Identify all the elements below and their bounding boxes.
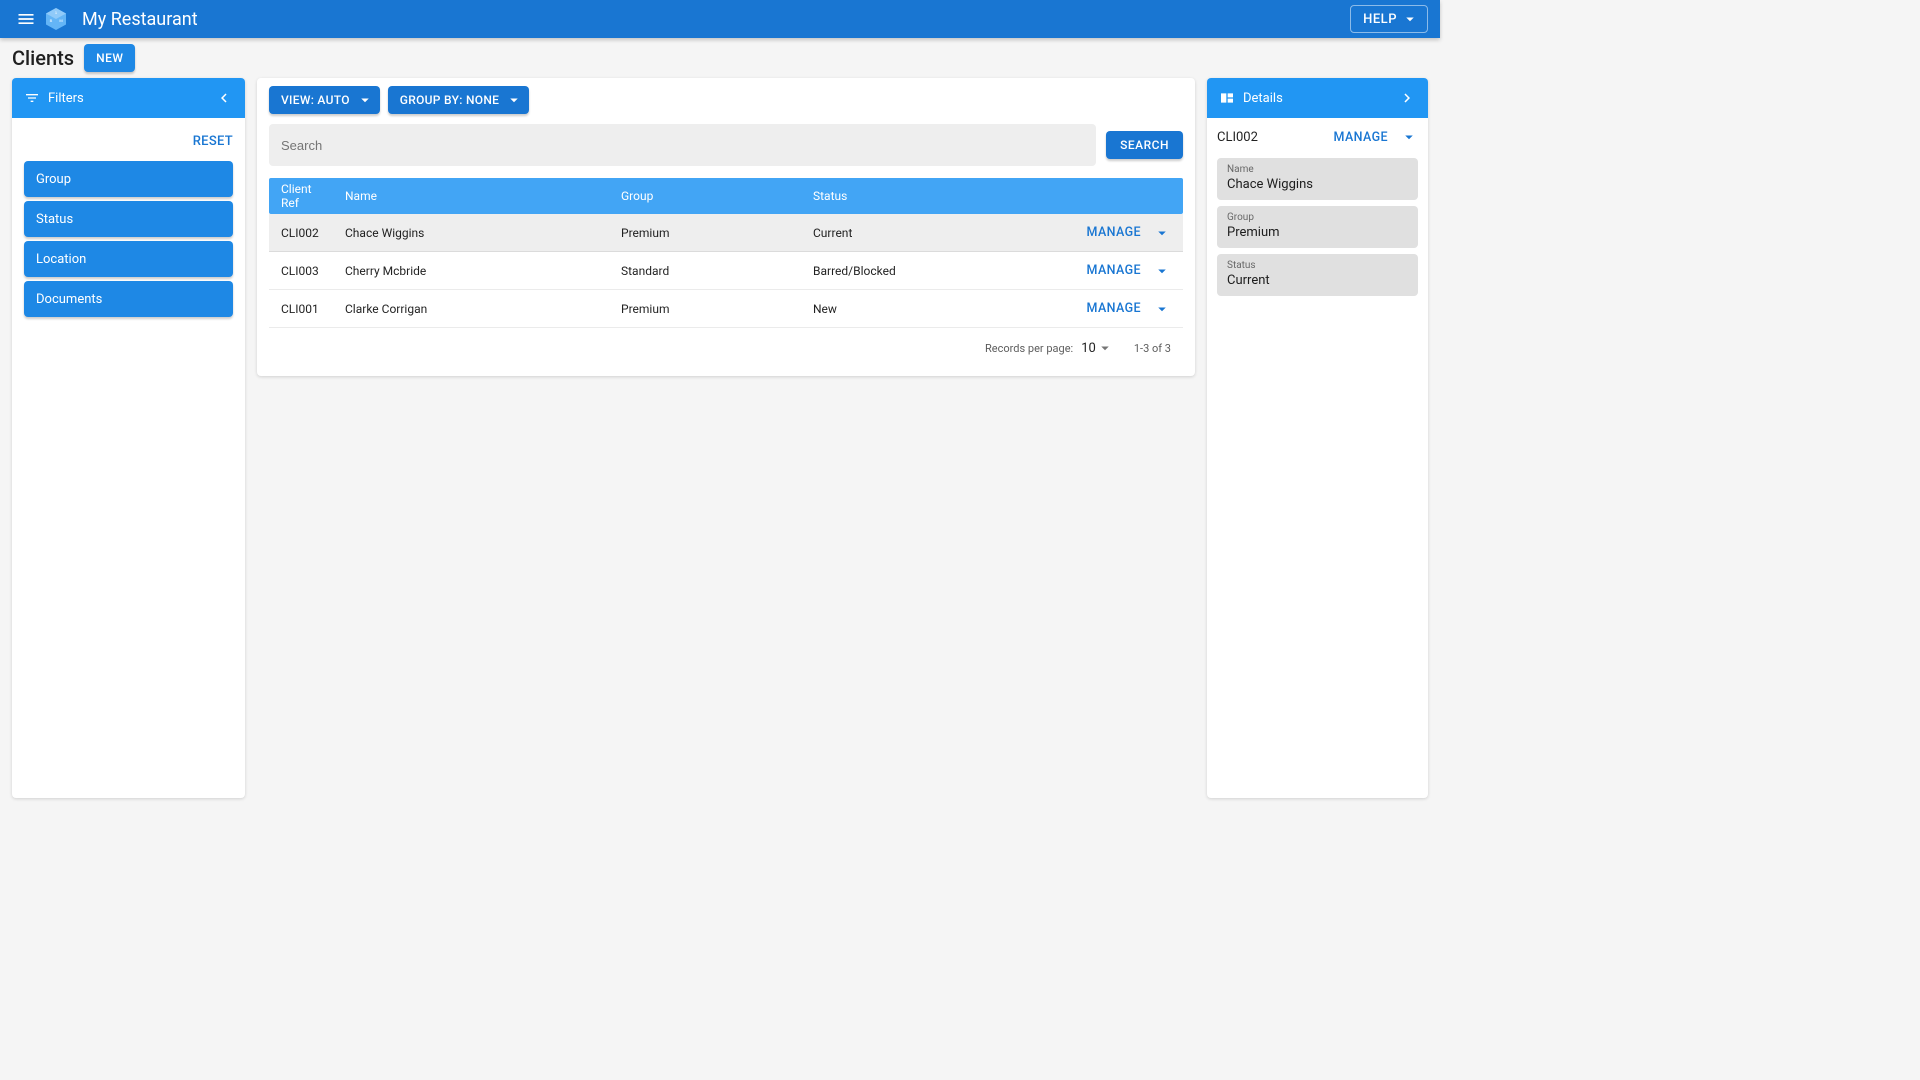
field-label: Group	[1227, 212, 1408, 223]
svg-text:B: B	[50, 18, 53, 23]
filters-panel: Filters RESET Group Status Location Documen…	[12, 78, 245, 798]
row-manage-label: MANAGE	[1087, 301, 1141, 316]
cell-client-ref: CLI001	[269, 302, 333, 316]
help-label: HELP	[1363, 12, 1397, 27]
cell-manage: MANAGE	[1061, 300, 1183, 318]
cell-manage: MANAGE	[1061, 262, 1183, 280]
field-label: Status	[1227, 260, 1408, 271]
cell-status: New	[801, 302, 1061, 316]
pagination-range: 1-3 of 3	[1134, 342, 1171, 355]
main-layout: Filters RESET GroupStatusLocationDocumen…	[0, 78, 1440, 810]
page-header: Clients NEW	[0, 38, 1440, 78]
records-per-page-selector[interactable]: 10	[1081, 339, 1114, 357]
cell-manage: MANAGE	[1061, 224, 1183, 242]
chevron-down-icon	[1401, 10, 1419, 28]
view-mode-button[interactable]: VIEW: AUTO	[269, 86, 380, 114]
filter-chip-location[interactable]: Location	[24, 241, 233, 277]
filters-header[interactable]: Filters	[12, 78, 245, 118]
details-field-status: Status Current	[1217, 254, 1418, 296]
details-manage-label: MANAGE	[1334, 130, 1388, 145]
table-footer: Records per page: 10 1-3 of 3	[269, 328, 1183, 368]
details-icon	[1219, 90, 1235, 106]
field-value: Current	[1227, 273, 1408, 288]
column-client-ref[interactable]: Client Ref	[269, 182, 333, 210]
cell-client-ref: CLI003	[269, 264, 333, 278]
cell-name: Cherry Mcbride	[333, 264, 609, 278]
cell-status: Current	[801, 226, 1061, 240]
table-row[interactable]: CLI001Clarke CorriganPremiumNew MANAGE	[269, 290, 1183, 328]
row-manage-button[interactable]: MANAGE	[1087, 224, 1171, 242]
details-field-group: Group Premium	[1217, 206, 1418, 248]
filters-title: Filters	[48, 91, 84, 106]
chevron-down-icon	[1096, 339, 1114, 357]
group-by-button[interactable]: GROUP BY: NONE	[388, 86, 530, 114]
group-by-label: GROUP BY: NONE	[400, 93, 500, 107]
cell-name: Chace Wiggins	[333, 226, 609, 240]
filters-body: RESET Group Status Location Documents	[12, 118, 245, 329]
cell-group: Premium	[609, 226, 801, 240]
table-row[interactable]: CLI003Cherry McbrideStandardBarred/Block…	[269, 252, 1183, 290]
table-row[interactable]: CLI002Chace WigginsPremiumCurrent MANAGE	[269, 214, 1183, 252]
hamburger-menu-button[interactable]	[8, 1, 44, 37]
chevron-down-icon	[505, 91, 523, 109]
main-content: VIEW: AUTO GROUP BY: NONE SEARCH Client …	[257, 78, 1195, 798]
column-status[interactable]: Status	[801, 189, 1061, 203]
details-field-name: Name Chace Wiggins	[1217, 158, 1418, 200]
new-label: NEW	[96, 51, 123, 65]
search-row: SEARCH	[269, 124, 1183, 166]
details-body: CLI002 MANAGE Name Chace Wiggins Group Prem…	[1207, 118, 1428, 312]
column-name[interactable]: Name	[333, 189, 609, 203]
details-manage-button[interactable]: MANAGE	[1334, 128, 1418, 146]
chevron-down-icon	[356, 91, 374, 109]
row-manage-label: MANAGE	[1087, 225, 1141, 240]
field-value: Chace Wiggins	[1227, 177, 1408, 192]
app-title: My Restaurant	[82, 9, 198, 30]
new-button[interactable]: NEW	[84, 44, 135, 72]
cell-client-ref: CLI002	[269, 226, 333, 240]
reset-button[interactable]: RESET	[193, 126, 233, 161]
chevron-right-icon	[1398, 89, 1416, 107]
row-manage-button[interactable]: MANAGE	[1087, 300, 1171, 318]
chevron-left-icon	[215, 89, 233, 107]
details-top-row: CLI002 MANAGE	[1217, 128, 1418, 146]
search-button-label: SEARCH	[1120, 138, 1169, 152]
records-per-page: Records per page: 10	[985, 339, 1114, 357]
search-input[interactable]	[269, 124, 1096, 166]
search-button[interactable]: SEARCH	[1106, 131, 1183, 159]
filter-chip-status[interactable]: Status	[24, 201, 233, 237]
clients-table: Client Ref Name Group Status CLI002Chace…	[269, 178, 1183, 368]
chevron-down-icon	[1153, 300, 1171, 318]
main-card: VIEW: AUTO GROUP BY: NONE SEARCH Client …	[257, 78, 1195, 376]
filter-chip-documents[interactable]: Documents	[24, 281, 233, 317]
field-value: Premium	[1227, 225, 1408, 240]
chevron-down-icon	[1153, 262, 1171, 280]
cell-group: Standard	[609, 264, 801, 278]
help-button[interactable]: HELP	[1350, 5, 1428, 33]
row-manage-button[interactable]: MANAGE	[1087, 262, 1171, 280]
table-header: Client Ref Name Group Status	[269, 178, 1183, 214]
filter-chip-group[interactable]: Group	[24, 161, 233, 197]
records-per-page-label: Records per page:	[985, 342, 1073, 355]
row-manage-label: MANAGE	[1087, 263, 1141, 278]
chevron-down-icon	[1153, 224, 1171, 242]
view-toolbar: VIEW: AUTO GROUP BY: NONE	[269, 86, 1183, 114]
details-panel: Details CLI002 MANAGE Name Chace Wiggins G…	[1207, 78, 1428, 798]
records-per-page-value: 10	[1081, 341, 1096, 356]
view-label: VIEW: AUTO	[281, 93, 350, 107]
details-header[interactable]: Details	[1207, 78, 1428, 118]
svg-text:M: M	[59, 18, 62, 23]
cell-name: Clarke Corrigan	[333, 302, 609, 316]
page-title: Clients	[12, 46, 74, 70]
column-group[interactable]: Group	[609, 189, 801, 203]
field-label: Name	[1227, 164, 1408, 175]
menu-icon	[16, 9, 36, 29]
details-id: CLI002	[1217, 130, 1258, 145]
cell-status: Barred/Blocked	[801, 264, 1061, 278]
filter-icon	[24, 90, 40, 106]
app-logo: 1 B M	[44, 7, 68, 31]
chevron-down-icon	[1400, 128, 1418, 146]
app-bar: 1 B M My Restaurant HELP	[0, 0, 1440, 38]
cell-group: Premium	[609, 302, 801, 316]
details-title: Details	[1243, 91, 1283, 106]
